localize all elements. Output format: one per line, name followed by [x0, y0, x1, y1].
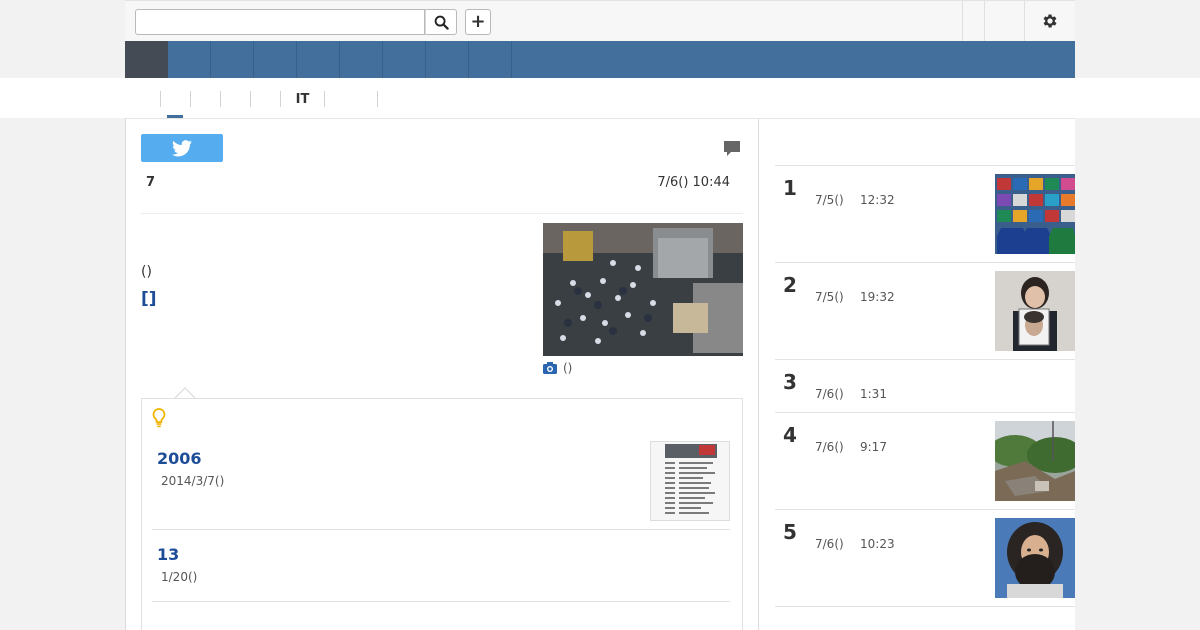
ranking-time: 12:32: [860, 193, 895, 207]
subnav-item-it[interactable]: IT: [280, 91, 324, 107]
twitter-icon: [172, 139, 192, 156]
gear-icon: [1043, 14, 1057, 28]
article-panel: 7 7/6() 10:44 () [] () 2006 2014/3/7() 1…: [125, 118, 759, 630]
search-button[interactable]: [425, 9, 457, 35]
ranking-list: 1 7/5() 12:32 2 7/5() 19:32 3 7/6() 1:31…: [775, 165, 1075, 607]
top-bar: +: [125, 0, 1075, 41]
tweet-button[interactable]: [141, 134, 223, 162]
ranking-date: 7/6(): [815, 537, 844, 551]
ranking-time: 19:32: [860, 290, 895, 304]
camera-icon: [543, 362, 557, 374]
subnav-item-2[interactable]: [160, 91, 190, 107]
photo-caption-text: (): [563, 361, 573, 375]
ranking-thumbnail[interactable]: [995, 174, 1075, 254]
ranking-date: 7/6(): [815, 440, 844, 454]
nav-item-9[interactable]: [469, 41, 512, 78]
subnav-item-7[interactable]: [324, 91, 377, 107]
ranking-number: 4: [783, 423, 797, 447]
comment-icon: [724, 141, 740, 156]
settings-button[interactable]: [1024, 1, 1075, 41]
related-item-title[interactable]: 13: [157, 545, 179, 564]
nav-item-7[interactable]: [383, 41, 426, 78]
article-link[interactable]: []: [141, 289, 157, 309]
subnav-item-3[interactable]: [190, 91, 220, 107]
ranking-time: 10:23: [860, 537, 895, 551]
subnav-item-4[interactable]: [220, 91, 250, 107]
related-item-date: 1/20(): [161, 570, 198, 584]
article-source[interactable]: 7: [146, 175, 155, 190]
article-photo[interactable]: [543, 223, 743, 356]
ranking-item[interactable]: 4 7/6() 9:17: [775, 413, 1075, 510]
nav-item-8[interactable]: [426, 41, 469, 78]
ranking-item[interactable]: 2 7/5() 19:32: [775, 263, 1075, 360]
subnav-item-5[interactable]: [250, 91, 280, 107]
divider: [141, 213, 743, 214]
article-datetime: 7/6() 10:44: [657, 175, 730, 190]
ranking-sidebar: 1 7/5() 12:32 2 7/5() 19:32 3 7/6() 1:31…: [759, 118, 1075, 630]
ranking-number: 2: [783, 273, 797, 297]
article-body-text: (): [141, 264, 152, 280]
ranking-number: 3: [783, 370, 797, 394]
nav-item-4[interactable]: [254, 41, 297, 78]
ranking-thumbnail[interactable]: [995, 271, 1075, 351]
ranking-date: 7/5(): [815, 193, 844, 207]
add-button[interactable]: +: [465, 9, 491, 35]
util-button-1[interactable]: [962, 1, 984, 41]
related-item-thumbnail[interactable]: [650, 441, 730, 521]
lightbulb-icon: [152, 408, 166, 432]
search-icon: [434, 15, 449, 30]
nav-item-home[interactable]: [125, 41, 168, 78]
nav-item-3[interactable]: [211, 41, 254, 78]
ranking-item[interactable]: 3 7/6() 1:31: [775, 360, 1075, 413]
nav-item-5[interactable]: [297, 41, 340, 78]
related-item-date: 2014/3/7(): [161, 474, 225, 488]
ranking-item[interactable]: 1 7/5() 12:32: [775, 166, 1075, 263]
ranking-time: 1:31: [860, 387, 887, 401]
ranking-item[interactable]: 5 7/6() 10:23: [775, 510, 1075, 607]
comment-button[interactable]: [723, 140, 741, 161]
nav-item-6[interactable]: [340, 41, 383, 78]
nav-item-2[interactable]: [168, 41, 211, 78]
subnav-item-8[interactable]: [377, 91, 409, 107]
util-button-2[interactable]: [984, 1, 1024, 41]
ranking-date: 7/5(): [815, 290, 844, 304]
photo-caption: (): [543, 361, 572, 375]
ranking-date: 7/6(): [815, 387, 844, 401]
related-item[interactable]: 13 1/20(): [152, 537, 730, 602]
ranking-thumbnail[interactable]: [995, 421, 1075, 501]
ranking-thumbnail[interactable]: [995, 518, 1075, 598]
main-nav: [125, 41, 1075, 78]
category-subnav: IT: [0, 78, 1200, 118]
related-item[interactable]: 2006 2014/3/7(): [152, 440, 730, 530]
search-input[interactable]: [135, 9, 425, 35]
related-item-title[interactable]: 2006: [157, 449, 202, 468]
related-articles: 2006 2014/3/7() 13 1/20(): [141, 398, 743, 630]
ranking-number: 1: [783, 176, 797, 200]
ranking-number: 5: [783, 520, 797, 544]
ranking-time: 9:17: [860, 440, 887, 454]
